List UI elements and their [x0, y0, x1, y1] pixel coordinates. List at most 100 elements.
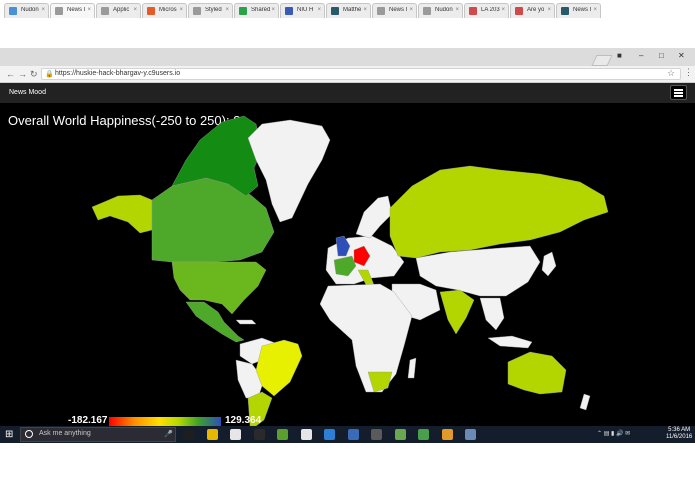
world-happiness-map[interactable]	[0, 104, 695, 426]
maximize-icon[interactable]: □	[659, 51, 664, 60]
browser-tab[interactable]: Are yo ×	[510, 3, 555, 18]
microphone-icon[interactable]: 🎤	[164, 430, 173, 438]
terminal-icon[interactable]	[253, 429, 265, 440]
steam-icon[interactable]	[347, 429, 359, 440]
tab-close-icon[interactable]: ×	[41, 7, 45, 13]
tab-close-icon[interactable]: ×	[363, 7, 367, 13]
country-scandinavia[interactable]	[355, 195, 393, 239]
tab-label: NIU H	[297, 7, 314, 13]
tab-favicon-icon	[9, 7, 17, 15]
browser-tab[interactable]: LA 203 ×	[464, 3, 509, 18]
page-bottom-margin	[0, 443, 695, 494]
photos-icon[interactable]	[441, 429, 453, 440]
outlook-icon[interactable]	[324, 429, 335, 440]
country-brazil[interactable]	[255, 339, 303, 397]
browser-tab[interactable]: Styled ×	[188, 3, 233, 18]
country-russia[interactable]	[389, 165, 609, 259]
tab-label: Styled	[205, 7, 222, 13]
tab-favicon-icon	[469, 7, 477, 15]
legend-max-label: 129.364	[225, 415, 262, 426]
browser-tab[interactable]: Nudon ×	[4, 3, 49, 18]
lock-icon: 🔒	[45, 71, 54, 78]
browser-tab[interactable]: News I ×	[556, 3, 601, 18]
reload-icon[interactable]: ↻	[30, 69, 38, 80]
country-southeast-asia[interactable]	[479, 297, 505, 331]
notepad-icon[interactable]	[277, 429, 288, 440]
tab-favicon-icon	[239, 7, 247, 15]
tab-favicon-icon	[377, 7, 385, 15]
country-cuba[interactable]	[235, 319, 257, 325]
back-icon[interactable]: ←	[6, 69, 15, 79]
chrome-icon[interactable]	[206, 429, 218, 440]
bookmark-star-icon[interactable]: ☆	[667, 68, 675, 79]
browser-menu-icon[interactable]: ⋮	[684, 67, 693, 78]
minimize-icon[interactable]: –	[639, 51, 643, 60]
tab-label: News I	[389, 7, 408, 13]
legend-min-label: -182.167	[68, 415, 108, 426]
country-india[interactable]	[439, 289, 475, 335]
tab-close-icon[interactable]: ×	[271, 7, 275, 13]
country-japan[interactable]	[541, 251, 557, 277]
country-africa[interactable]	[319, 283, 413, 393]
browser-tab[interactable]: Nudon ×	[418, 3, 463, 18]
search-placeholder: Ask me anything	[39, 430, 91, 437]
browser-tab[interactable]: Applic ×	[96, 3, 141, 18]
country-canada[interactable]	[151, 177, 275, 263]
network-icon[interactable]	[465, 429, 476, 440]
browser-tab[interactable]: News I ×	[372, 3, 417, 18]
media-icon[interactable]	[371, 429, 382, 440]
tab-close-icon[interactable]: ×	[547, 7, 551, 13]
forward-icon[interactable]: →	[18, 69, 27, 79]
hamburger-menu-icon[interactable]	[670, 85, 687, 100]
browser-tab[interactable]: News I ×	[50, 3, 95, 18]
tab-close-icon[interactable]: ×	[179, 7, 183, 13]
country-alaska[interactable]	[91, 194, 153, 234]
tab-label: LA 203	[481, 7, 500, 13]
clock[interactable]: 5:36 AM 11/6/2016	[666, 427, 692, 441]
country-madagascar[interactable]	[407, 357, 417, 379]
browser-tab[interactable]: Matthe ×	[326, 3, 371, 18]
profile-icon[interactable]: ■	[617, 51, 622, 60]
country-new-zealand[interactable]	[579, 393, 591, 411]
app-navbar	[0, 83, 695, 103]
browser-tab[interactable]: Shared ×	[234, 3, 279, 18]
tab-favicon-icon	[55, 7, 63, 15]
tab-close-icon[interactable]: ×	[455, 7, 459, 13]
tab-close-icon[interactable]: ×	[133, 7, 137, 13]
task-view-icon[interactable]	[183, 429, 194, 440]
tab-favicon-icon	[193, 7, 201, 15]
git-icon[interactable]	[418, 429, 429, 440]
country-usa[interactable]	[171, 261, 267, 315]
close-window-icon[interactable]: ✕	[678, 51, 685, 60]
browser-tab[interactable]: NIU H ×	[280, 3, 325, 18]
country-indonesia[interactable]	[487, 335, 533, 349]
tab-favicon-icon	[101, 7, 109, 15]
android-icon[interactable]	[394, 429, 406, 440]
app-icon[interactable]	[300, 429, 312, 440]
clock-time: 5:36 AM	[668, 427, 691, 433]
tab-close-icon[interactable]: ×	[317, 7, 321, 13]
tab-close-icon[interactable]: ×	[87, 7, 91, 13]
tab-favicon-icon	[423, 7, 431, 15]
tab-favicon-icon	[285, 7, 293, 15]
windows-start-icon[interactable]: ⊞	[5, 429, 13, 440]
tab-close-icon[interactable]: ×	[501, 7, 505, 13]
tab-label: Matthe	[343, 7, 362, 13]
tab-close-icon[interactable]: ×	[225, 7, 229, 13]
tab-close-icon[interactable]: ×	[409, 7, 413, 13]
tab-strip	[0, 48, 695, 66]
system-tray[interactable]: ⌃ ▤ ▮ 🔊 ✉	[597, 430, 630, 437]
country-australia[interactable]	[507, 351, 567, 395]
navbar-brand[interactable]: News Mood	[9, 89, 46, 96]
tab-label: Nudon	[21, 7, 39, 13]
tab-label: Micros	[159, 7, 177, 13]
file-explorer-icon[interactable]	[230, 429, 241, 440]
cortana-icon	[25, 430, 33, 438]
browser-tab[interactable]: Micros ×	[142, 3, 187, 18]
tab-label: Applic	[113, 7, 130, 13]
tab-label: Shared	[251, 7, 271, 13]
tab-close-icon[interactable]: ×	[593, 7, 597, 13]
clock-date: 11/6/2016	[666, 434, 693, 440]
url-text[interactable]: https://huskie-hack-bhargav-y.c9users.io	[55, 70, 180, 77]
tab-label: News I	[67, 7, 86, 13]
